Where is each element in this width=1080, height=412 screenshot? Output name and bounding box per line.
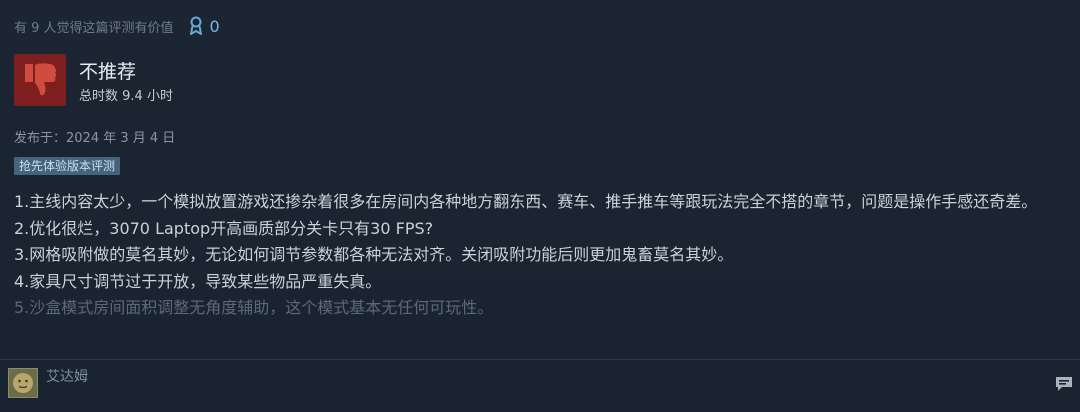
review-line: 5.沙盒模式房间面积调整无角度辅助，这个模式基本无任何可玩性。 (14, 298, 494, 317)
verdict-block: 不推荐 总时数 9.4 小时 (14, 54, 173, 107)
verdict-title: 不推荐 (79, 61, 137, 83)
avatar[interactable] (8, 368, 38, 398)
playtime-hours: 总时数 9.4 小时 (79, 89, 173, 104)
award-count: 0 (209, 16, 220, 36)
review-line: 2.优化很烂，3070 Laptop开高画质部分关卡只有30 FPS? (14, 218, 434, 238)
review-line: 3.网格吸附做的莫名其妙，无论如何调节参数都各种无法对齐。关闭吸附功能后则更加鬼… (14, 245, 734, 264)
commenter-name[interactable]: 艾达姆 (46, 368, 88, 386)
posted-date: 发布于：2024 年 3 月 4 日 (14, 131, 176, 146)
award-button[interactable]: 0 (188, 16, 220, 36)
comment-icon[interactable] (1054, 374, 1074, 394)
thumbs-down-badge (14, 54, 66, 106)
helpful-text: 有 9 人觉得这篇评测有价值 (14, 20, 174, 36)
early-access-tag: 抢先体验版本评测 (14, 157, 121, 175)
review-body: 1.主线内容太少，一个模拟放置游戏还掺杂着很多在房间内各种地方翻东西、赛车、推手… (14, 189, 1070, 322)
avatar-face-icon (13, 373, 33, 393)
commenter[interactable]: 艾达姆 (8, 368, 88, 398)
review-line: 4.家具尺寸调节过于开放，导致某些物品严重失真。 (14, 271, 382, 291)
verdict-text: 不推荐 总时数 9.4 小时 (79, 60, 173, 107)
helpful-row: 有 9 人觉得这篇评测有价值 0 (14, 14, 220, 38)
review-card: 有 9 人觉得这篇评测有价值 0 不推荐 总时数 9.4 小时 发布于：2024… (0, 0, 1080, 412)
award-icon (189, 16, 202, 35)
thumbs-down-icon (25, 63, 57, 96)
divider (0, 359, 1080, 360)
review-line: 1.主线内容太少，一个模拟放置游戏还掺杂着很多在房间内各种地方翻东西、赛车、推手… (14, 192, 1038, 211)
